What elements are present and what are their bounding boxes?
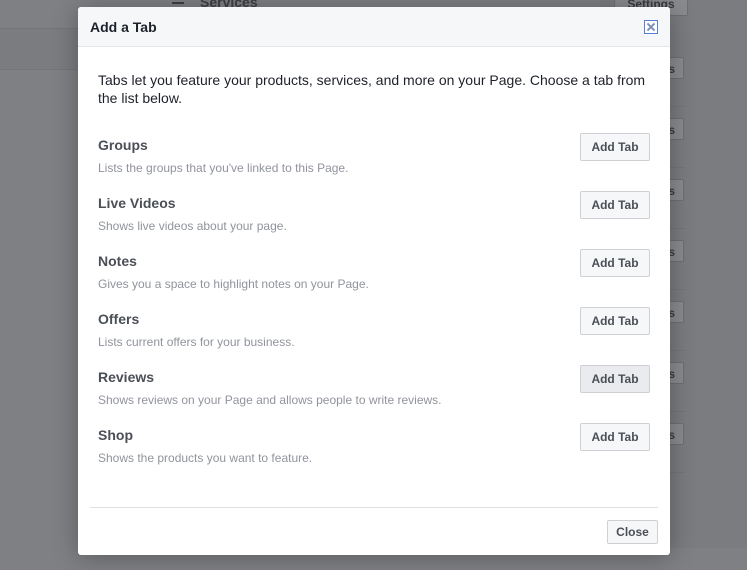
add-tab-button-notes[interactable]: Add Tab [580, 249, 650, 277]
tab-option-name: Notes [98, 253, 137, 269]
add-tab-button-reviews[interactable]: Add Tab [580, 365, 650, 393]
tab-option-name: Offers [98, 311, 140, 327]
close-icon[interactable] [644, 20, 658, 34]
add-tab-button-live-videos[interactable]: Add Tab [580, 191, 650, 219]
tab-option-notes: Notes Gives you a space to highlight not… [98, 249, 650, 303]
tab-option-description: Gives you a space to highlight notes on … [98, 277, 369, 291]
dialog-title: Add a Tab [90, 19, 157, 35]
dialog-footer: Close [90, 507, 658, 556]
tab-option-description: Lists the groups that you've linked to t… [98, 161, 349, 175]
tab-option-description: Shows reviews on your Page and allows pe… [98, 393, 442, 407]
tab-option-description: Shows the products you want to feature. [98, 451, 313, 465]
tab-option-live-videos: Live Videos Shows live videos about your… [98, 191, 650, 245]
tab-option-reviews: Reviews Shows reviews on your Page and a… [98, 365, 650, 419]
tab-option-name: Reviews [98, 369, 155, 385]
add-tab-dialog: Add a Tab Tabs let you feature your prod… [78, 7, 670, 555]
close-button[interactable]: Close [607, 520, 658, 544]
tab-option-offers: Offers Lists current offers for your bus… [98, 307, 650, 361]
tab-option-name: Live Videos [98, 195, 176, 211]
add-tab-button-groups[interactable]: Add Tab [580, 133, 650, 161]
add-tab-button-shop[interactable]: Add Tab [580, 423, 650, 451]
tab-option-description: Lists current offers for your business. [98, 335, 295, 349]
tab-option-name: Shop [98, 427, 133, 443]
tab-option-shop: Shop Shows the products you want to feat… [98, 423, 650, 477]
dialog-header: Add a Tab [78, 7, 670, 47]
dialog-intro: Tabs let you feature your products, serv… [98, 72, 646, 106]
add-tab-button-offers[interactable]: Add Tab [580, 307, 650, 335]
background-left-bar [0, 28, 78, 70]
tab-option-groups: Groups Lists the groups that you've link… [98, 133, 650, 187]
tab-option-name: Groups [98, 137, 148, 153]
tab-option-description: Shows live videos about your page. [98, 219, 287, 233]
